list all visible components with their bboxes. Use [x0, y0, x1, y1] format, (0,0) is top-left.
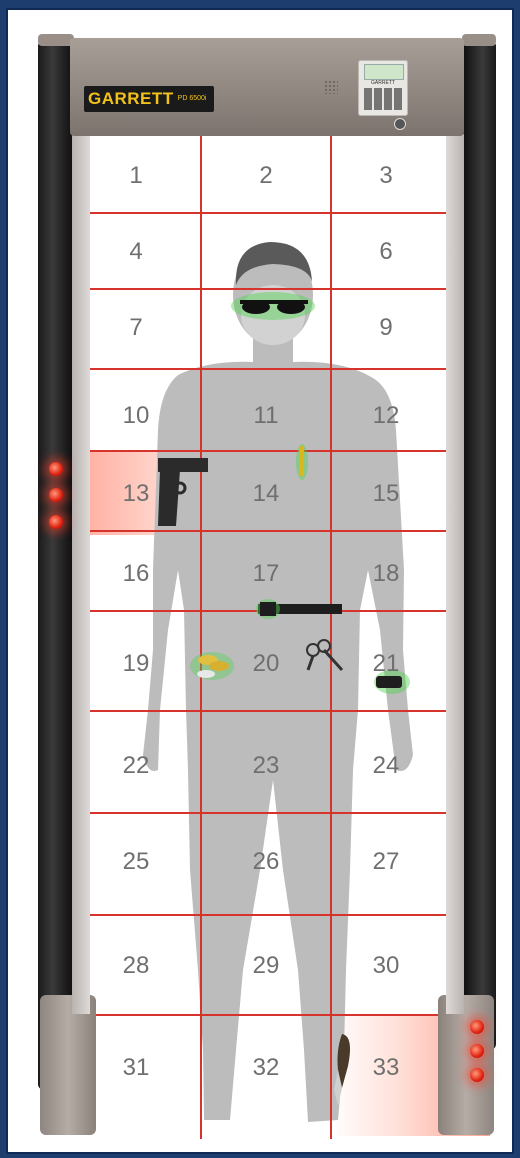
zone-14-label: 14	[252, 480, 280, 507]
zone-10-label: 10	[122, 402, 150, 429]
zone-26-label: 26	[252, 848, 280, 875]
zone-29-label: 29	[252, 952, 280, 979]
zone-24-label: 24	[372, 752, 400, 779]
zone-4-label: 4	[129, 238, 143, 265]
zone-6-label: 6	[379, 238, 393, 265]
zone-25-label: 25	[122, 848, 150, 875]
pen-icon	[296, 444, 308, 480]
zone-12-label: 12	[372, 402, 400, 429]
zone-2-label: 2	[259, 162, 273, 189]
zone-21-label: 21	[372, 650, 400, 677]
zone-22-label: 22	[122, 752, 150, 779]
zone-7-label: 7	[129, 314, 143, 341]
zone-3-label: 3	[379, 162, 393, 189]
walk-through-metal-detector-diagram: GARRETT PD 6500i GARRETT 1 2 3 4 6 7 9 1…	[6, 8, 514, 1154]
zone-20-label: 20	[252, 650, 280, 677]
zone-17-label: 17	[252, 560, 280, 587]
zone-27-label: 27	[372, 848, 400, 875]
zone-11-label: 11	[253, 402, 279, 429]
zone-23-label: 23	[252, 752, 280, 779]
zone-9-label: 9	[379, 314, 393, 341]
zone-15-label: 15	[372, 480, 400, 507]
belt-buckle-icon	[256, 599, 342, 619]
zone-30-label: 30	[372, 952, 400, 979]
zone-19-label: 19	[122, 650, 150, 677]
zone-32-label: 32	[252, 1054, 280, 1081]
zone-13-label: 13	[122, 480, 150, 507]
keys-icon	[306, 639, 344, 672]
zone-16-label: 16	[122, 560, 150, 587]
zone-18-label: 18	[372, 560, 400, 587]
zone-28-label: 28	[122, 952, 150, 979]
zone-31-label: 31	[122, 1054, 150, 1081]
zone-33-label: 33	[372, 1054, 400, 1081]
zone-1-label: 1	[129, 162, 143, 189]
